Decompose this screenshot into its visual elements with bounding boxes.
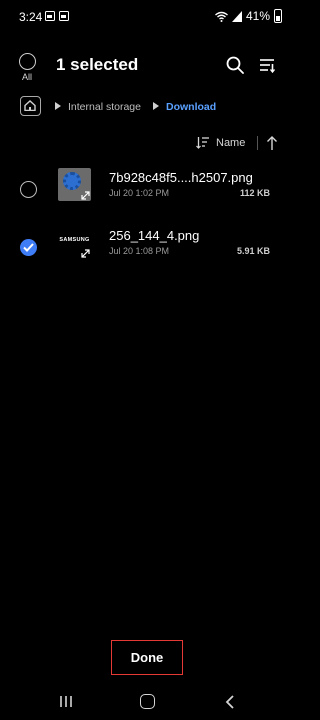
select-all-toggle[interactable]: All <box>19 53 37 85</box>
signal-icon <box>231 10 242 22</box>
breadcrumb-download[interactable]: Download <box>166 101 216 113</box>
select-all-label: All <box>22 72 33 82</box>
home-folder-icon[interactable] <box>20 96 41 116</box>
list-item[interactable]: 7b928c48f5....h2507.png Jul 20 1:02 PM 1… <box>0 168 294 212</box>
breadcrumb-internal-storage[interactable]: Internal storage <box>68 101 141 113</box>
sort-options-icon[interactable] <box>258 56 276 74</box>
row-checkbox-checked[interactable] <box>20 239 37 256</box>
checkmark-icon <box>23 243 34 252</box>
gallery-notification-icon <box>59 11 69 21</box>
arrow-up-icon[interactable] <box>265 135 279 151</box>
select-all-checkbox[interactable] <box>19 53 36 70</box>
navigation-bar <box>0 686 294 720</box>
status-time: 3:24 <box>19 10 43 24</box>
file-thumbnail <box>58 168 91 201</box>
page-title: 1 selected <box>56 55 139 74</box>
file-date: Jul 20 1:02 PM <box>109 188 170 198</box>
battery-percent: 41% <box>245 9 270 23</box>
recents-icon[interactable] <box>59 695 73 708</box>
wifi-icon <box>215 11 228 22</box>
expand-icon <box>81 249 90 258</box>
sort-control: Name <box>196 134 286 152</box>
status-bar: 3:24 41% <box>0 0 294 34</box>
home-icon[interactable] <box>140 694 155 709</box>
file-name: 256_144_4.png <box>109 228 200 243</box>
done-button[interactable]: Done <box>111 640 183 675</box>
breadcrumb: Internal storage Download <box>20 96 280 118</box>
samsung-logo: SAMSUNG <box>59 237 90 243</box>
gear-image-icon <box>63 172 81 190</box>
battery-icon <box>274 9 282 23</box>
sort-by-name[interactable]: Name <box>216 137 245 149</box>
file-name: 7b928c48f5....h2507.png <box>109 170 253 185</box>
file-date: Jul 20 1:08 PM <box>109 246 170 256</box>
file-size: 5.91 KB <box>236 246 270 256</box>
back-icon[interactable] <box>225 695 235 709</box>
gallery-notification-icon <box>45 11 55 21</box>
file-thumbnail: SAMSUNG <box>58 226 91 259</box>
chevron-right-icon <box>153 102 159 110</box>
file-size: 112 KB <box>239 188 270 198</box>
expand-icon <box>81 191 90 200</box>
search-icon[interactable] <box>226 56 244 74</box>
chevron-right-icon <box>55 102 61 110</box>
row-checkbox[interactable] <box>20 181 37 198</box>
sort-lines-icon[interactable] <box>196 136 210 149</box>
list-item[interactable]: SAMSUNG 256_144_4.png Jul 20 1:08 PM 5.9… <box>0 226 294 270</box>
sort-divider <box>257 136 258 150</box>
